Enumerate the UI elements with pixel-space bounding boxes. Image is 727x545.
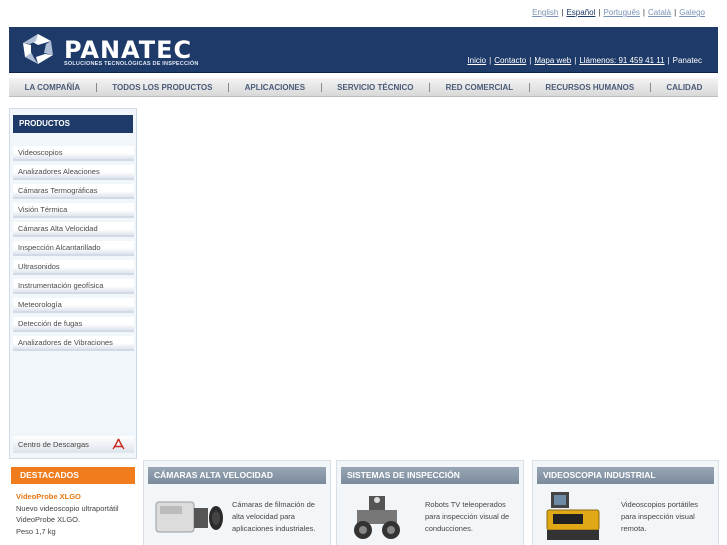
list-item: Instrumentación geofísica [13,278,134,297]
featured-box: DESTACADOS VideoProbe XLGO Nuevo videosc… [11,467,135,545]
feature-line: Cámaras de filmación de [232,500,315,509]
lang-portugues[interactable]: Português [603,8,639,17]
feature-description: Videoscopios portátiles para inspección … [621,499,721,535]
lang-galego[interactable]: Galego [679,8,705,17]
menu-servicio-tecnico[interactable]: SERVICIO TÉCNICO [322,78,429,96]
feature-line: conducciones. [425,524,473,533]
top-navigation: Inicio | Contacto | Mapa web | Llámenos: 91 45… [467,56,702,65]
brand-name[interactable]: PANATEC [64,36,192,64]
downloads-center-button[interactable]: Centro de Descargas [13,436,134,453]
product-analizadores-aleaciones[interactable]: Analizadores Aleaciones [13,165,134,180]
high-speed-camera-image [155,501,223,533]
lang-separator: | [642,8,645,17]
product-videoscopios[interactable]: Videoscopios [13,146,134,161]
featured-body: VideoProbe XLGO Nuevo videoscopio ultrap… [11,484,135,537]
feature-description: Cámaras de filmación de alta velocidad p… [232,499,332,535]
inspection-robot-image [354,496,400,539]
nav-separator: | [489,56,492,65]
feature-heading: VIDEOSCOPIA INDUSTRIAL [537,467,714,484]
product-camaras-alta-velocidad[interactable]: Cámaras Alta Velocidad [13,222,134,237]
product-ultrasonidos[interactable]: Ultrasonidos [13,260,134,275]
featured-line: Nuevo videoscopio ultraportátil [16,503,119,513]
list-item: Meteorología [13,297,134,316]
list-item: Cámaras Termográficas [13,183,134,202]
product-vision-termica[interactable]: Visión Térmica [13,203,134,218]
feature-heading: CÁMARAS ALTA VELOCIDAD [148,467,326,484]
feature-line: alta velocidad para [232,512,295,521]
feature-line: aplicaciones industriales. [232,524,316,533]
feature-line: Robots TV teleoperados [425,500,506,509]
list-item: Cámaras Alta Velocidad [13,221,134,240]
feature-line: para inspección visual de [425,512,510,521]
downloads-label: Centro de Descargas [18,440,89,449]
product-camaras-termograficas[interactable]: Cámaras Termográficas [13,184,134,199]
menu-la-compania[interactable]: LA COMPAÑÍA [9,78,96,96]
lang-espanol[interactable]: Español [566,8,595,17]
nav-mapa-web[interactable]: Mapa web [534,56,571,65]
list-item: Visión Térmica [13,202,134,221]
product-deteccion-de-fugas[interactable]: Detección de fugas [13,317,134,332]
list-item: Detección de fugas [13,316,134,335]
menu-aplicaciones[interactable]: APLICACIONES [229,78,321,96]
feature-line: Videoscopios portátiles [621,500,698,509]
products-sidebar: PRODUCTOS Videoscopios Analizadores Alea… [9,108,137,459]
feature-line: para inspección visual [621,512,695,521]
feature-heading: SISTEMAS DE INSPECCIÓN [341,467,519,484]
menu-calidad[interactable]: CALIDAD [651,78,718,96]
lang-separator: | [561,8,564,17]
list-item: Analizadores de Vibraciones [13,335,134,354]
language-bar: English | Español | Português | Català | Galego [532,8,705,17]
nav-separator: | [667,56,670,65]
videoscope-image [546,492,600,540]
list-item: Ultrasonidos [13,259,134,278]
site-header: PANATEC SOLUCIONES TECNOLÓGICAS DE INSPE… [9,27,718,73]
featured-line: Peso 1,7 kg [16,526,56,536]
featured-line: VideoProbe XLGO. [16,515,81,524]
featured-heading: DESTACADOS [11,467,135,484]
product-inspeccion-alcantarillado[interactable]: Inspección Alcantarillado [13,241,134,256]
featured-product-link[interactable]: VideoProbe XLGO [16,491,135,503]
brand-tagline: SOLUCIONES TECNOLÓGICAS DE INSPECCIÓN [64,61,199,67]
lang-separator: | [598,8,601,17]
list-item: Videoscopios [13,145,134,164]
pdf-icon [112,438,125,450]
nav-llamenos[interactable]: Llámenos: 91 459 41 11 [579,56,664,65]
lang-english[interactable]: English [532,8,558,17]
nav-separator: | [574,56,577,65]
nav-contacto[interactable]: Contacto [494,56,526,65]
menu-red-comercial[interactable]: RED COMERCIAL [430,78,529,96]
feature-description: Robots TV teleoperados para inspección v… [425,499,525,535]
list-item: Inspección Alcantarillado [13,240,134,259]
nav-separator: | [529,56,532,65]
feature-camaras-alta-velocidad[interactable]: CÁMARAS ALTA VELOCIDAD Cámaras de filmac… [143,460,331,545]
nav-panatec: Panatec [672,56,702,65]
product-analizadores-de-vibraciones[interactable]: Analizadores de Vibraciones [13,336,134,351]
product-meteorologia[interactable]: Meteorología [13,298,134,313]
lang-catala[interactable]: Català [648,8,671,17]
feature-videoscopia-industrial[interactable]: VIDEOSCOPIA INDUSTRIAL Videoscopios port… [532,460,719,545]
menu-recursos-humanos[interactable]: RECURSOS HUMANOS [530,78,650,96]
product-instrumentacion-geofisica[interactable]: Instrumentación geofísica [13,279,134,294]
main-menu: LA COMPAÑÍA TODOS LOS PRODUCTOS APLICACI… [9,78,718,97]
feature-line: remota. [621,524,647,533]
menu-todos-los-productos[interactable]: TODOS LOS PRODUCTOS [97,78,228,96]
products-heading: PRODUCTOS [13,115,133,133]
feature-sistemas-de-inspeccion[interactable]: SISTEMAS DE INSPECCIÓN Robots TV teleope… [336,460,524,545]
nav-inicio[interactable]: Inicio [467,56,486,65]
list-item: Analizadores Aleaciones [13,164,134,183]
products-list: Videoscopios Analizadores Aleaciones Cám… [13,145,134,354]
panatec-logo-icon[interactable] [22,33,54,65]
lang-separator: | [674,8,677,17]
